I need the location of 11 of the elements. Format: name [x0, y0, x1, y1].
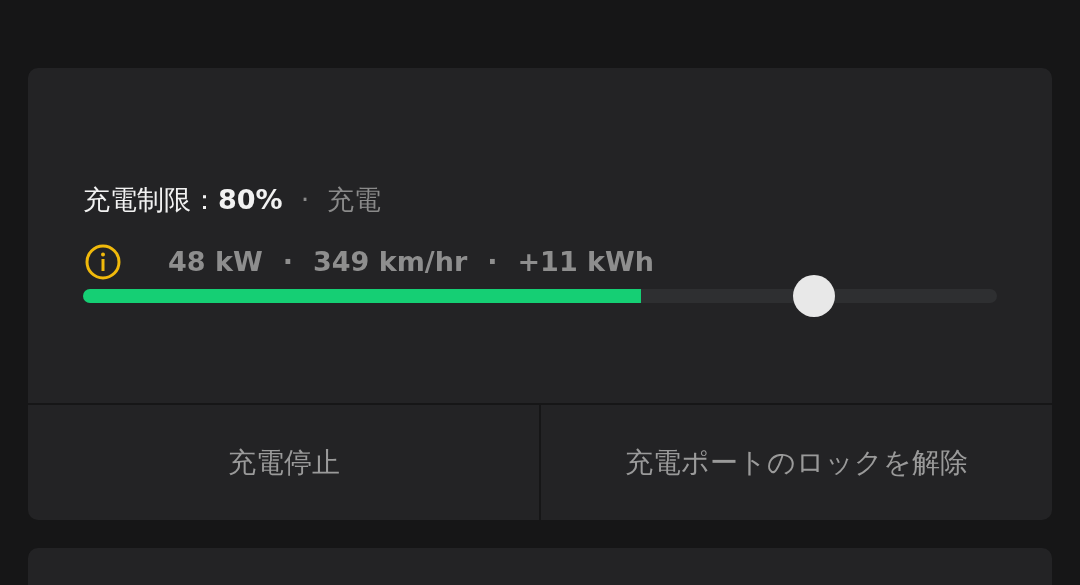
separator: ·: [282, 245, 293, 279]
separator: ·: [300, 183, 310, 217]
charging-status: 充電: [327, 183, 382, 217]
action-button[interactable]: 充電停止: [28, 405, 539, 520]
charging-stat: 48 kW: [168, 245, 263, 279]
separator: ·: [487, 245, 498, 279]
charging-stat: +11 kWh: [517, 245, 655, 279]
charge-limit-label: 充電制限：80%: [83, 183, 283, 217]
slider-thumb[interactable]: [793, 275, 836, 317]
charging-stat: 349 km/hr: [313, 245, 468, 279]
action-button[interactable]: 充電ポートのロックを解除: [539, 405, 1052, 520]
